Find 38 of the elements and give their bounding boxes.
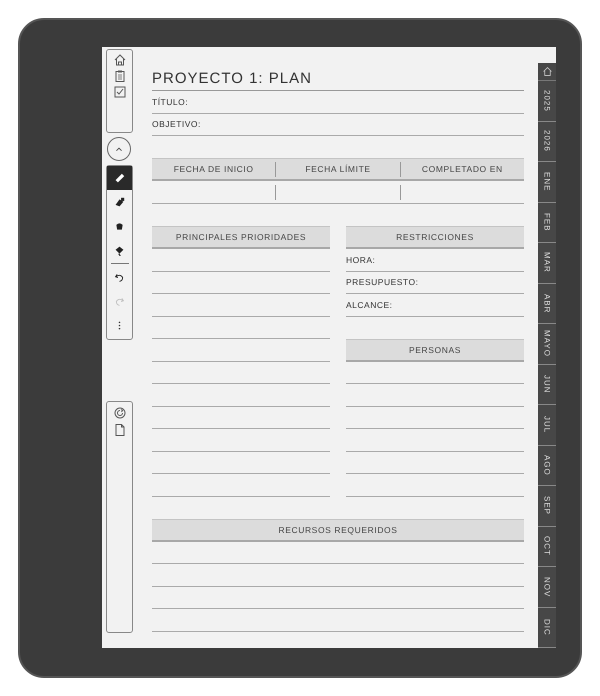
section-header: PERSONAS xyxy=(346,338,524,362)
pen-tool-button[interactable] xyxy=(107,166,132,190)
field-label: OBJETIVO: xyxy=(152,119,201,130)
side-tab[interactable]: MAYO xyxy=(538,324,556,364)
pen-icon[interactable] xyxy=(114,172,125,184)
section-header: RESTRICCIONES xyxy=(346,226,524,249)
side-tab[interactable]: 2025 xyxy=(538,81,556,122)
side-tab[interactable]: DIC xyxy=(538,608,556,648)
checkbox-icon[interactable] xyxy=(112,85,126,99)
column-header: FECHA DE INICIO xyxy=(174,164,254,174)
field-label: PRESUPUESTO: xyxy=(346,277,418,288)
side-tab[interactable]: JUL xyxy=(538,405,556,446)
field-label: HORA: xyxy=(346,254,376,265)
marker-icon[interactable] xyxy=(114,196,125,208)
clipboard-icon[interactable] xyxy=(112,69,126,83)
section-header: RECURSOS REQUERIDOS xyxy=(152,518,524,542)
side-tab[interactable]: ENE xyxy=(538,162,556,202)
section-header: PRINCIPALES PRIORIDADES xyxy=(152,226,330,249)
side-tab[interactable]: MAR xyxy=(538,243,556,284)
eraser-icon[interactable] xyxy=(114,244,125,256)
side-tab[interactable]: AGO xyxy=(538,446,556,486)
side-tab[interactable]: OCT xyxy=(538,526,556,567)
side-tab[interactable]: SEP xyxy=(538,486,556,526)
collapse-button[interactable] xyxy=(107,137,131,161)
column-header: COMPLETADO EN xyxy=(422,164,503,174)
page-icon[interactable] xyxy=(112,423,126,437)
refresh-icon[interactable] xyxy=(112,406,126,420)
field-label: ALCANCE: xyxy=(346,300,393,310)
side-tab[interactable]: FEB xyxy=(538,202,556,243)
side-tab[interactable]: ABR xyxy=(538,284,556,324)
column-header: FECHA LÍMITE xyxy=(305,164,371,174)
side-tab[interactable]: 2026 xyxy=(538,122,556,162)
side-tab[interactable]: JUN xyxy=(538,364,556,405)
field-label: TÍTULO: xyxy=(152,96,188,107)
undo-icon[interactable] xyxy=(114,272,125,282)
side-tab[interactable]: NOV xyxy=(538,567,556,608)
home-icon[interactable] xyxy=(112,53,126,67)
page-title: PROYECTO 1: PLAN xyxy=(152,67,524,91)
